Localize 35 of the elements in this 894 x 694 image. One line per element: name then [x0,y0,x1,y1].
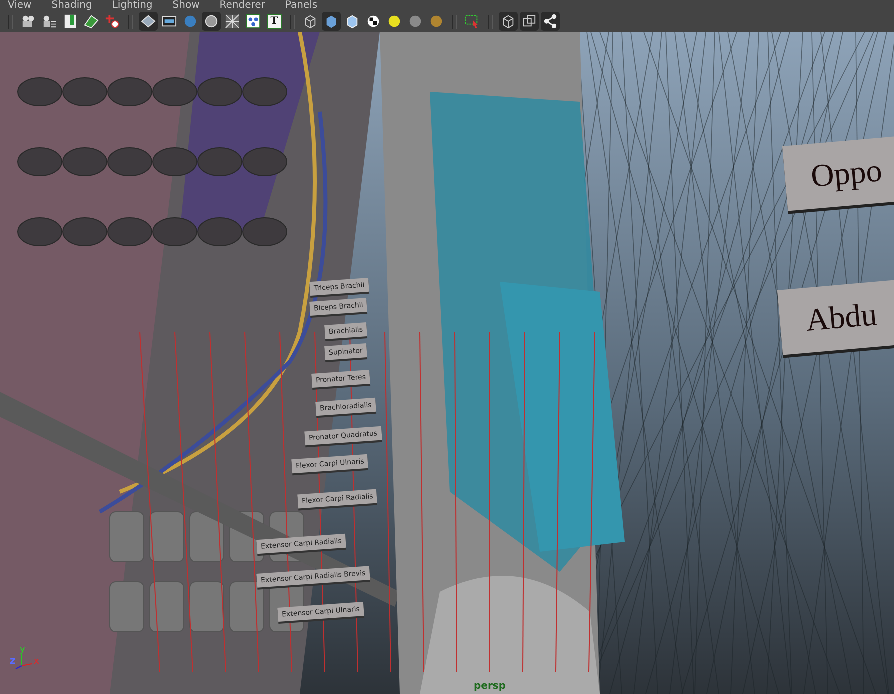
bookmark-icon [63,14,78,29]
cube-icon [345,14,360,29]
circle-icon [204,14,219,29]
selection-icon [465,14,480,29]
menu-item[interactable]: Panels [285,0,318,11]
sphere-icon [429,14,444,29]
wireframe-icon [225,14,240,29]
crosshair-icon [105,14,120,29]
cube-icon [303,14,318,29]
toolbar-button[interactable] [499,12,518,31]
toolbar-button[interactable] [244,12,263,31]
sphere-icon [183,14,198,29]
menu-item[interactable]: Renderer [220,0,266,11]
camera-name: persp [474,681,506,692]
cube-icon [501,14,516,29]
muscle-label: Abdu [777,278,894,356]
menu-item[interactable]: Show [172,0,200,11]
nodes-icon [543,14,558,29]
toolbar-button[interactable]: T [265,12,284,31]
checker-ball-icon [366,14,381,29]
toolbar-button[interactable] [139,12,158,31]
toolbar-button[interactable] [541,12,560,31]
cube-icon [324,14,339,29]
sphere-icon [408,14,423,29]
toolbar-button[interactable] [202,12,221,31]
menu-item[interactable]: View [8,0,32,11]
toolbar-button[interactable] [103,12,122,31]
squares-icon [522,14,537,29]
dots-icon [246,14,261,29]
menu-item[interactable]: Shading [52,0,92,11]
camera-icon [21,14,36,29]
menu-item[interactable]: Lighting [112,0,153,11]
camera-list-icon [42,14,57,29]
toolbar-button[interactable] [520,12,539,31]
toolbar-button[interactable] [223,12,242,31]
